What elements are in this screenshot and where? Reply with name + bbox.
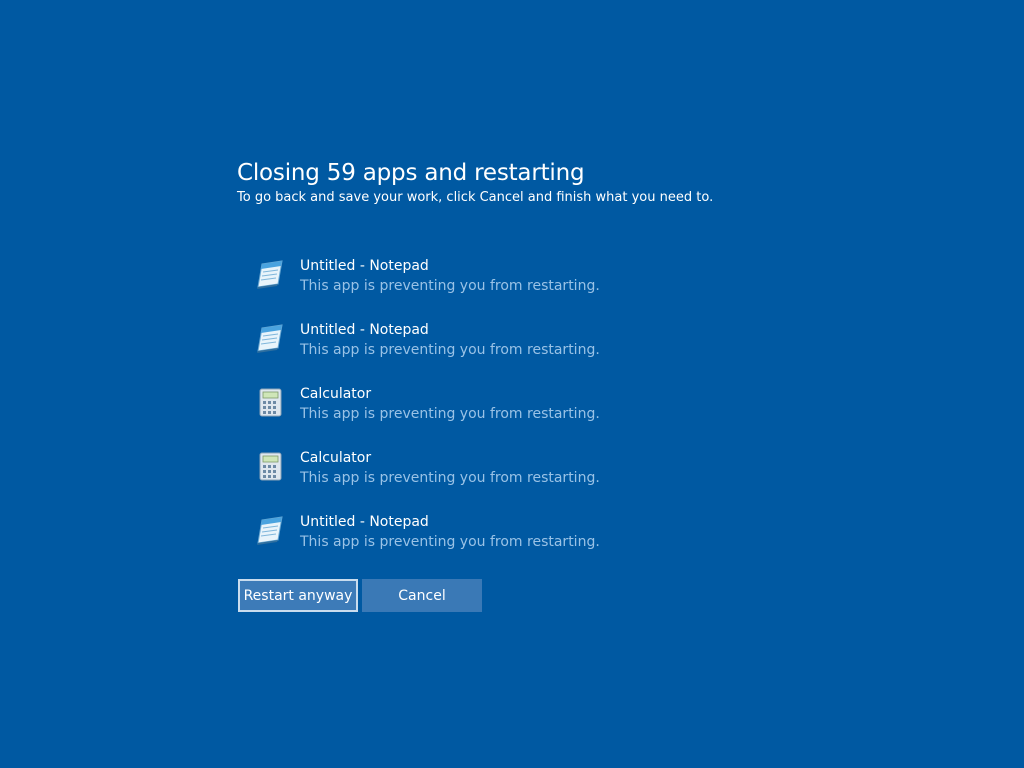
restart-anyway-button[interactable]: Restart anyway	[238, 579, 358, 612]
notepad-icon	[254, 514, 286, 546]
calculator-icon	[254, 386, 286, 418]
list-item: Calculator This app is preventing you fr…	[252, 446, 752, 510]
notepad-icon	[254, 258, 286, 290]
app-status: This app is preventing you from restarti…	[300, 342, 600, 358]
app-status: This app is preventing you from restarti…	[300, 534, 600, 550]
list-item: Untitled - Notepad This app is preventin…	[252, 510, 752, 574]
restart-screen: Closing 59 apps and restarting To go bac…	[0, 0, 1024, 768]
app-status: This app is preventing you from restarti…	[300, 406, 600, 422]
notepad-icon	[254, 322, 286, 354]
app-name: Calculator	[300, 386, 372, 402]
list-item: Untitled - Notepad This app is preventin…	[252, 318, 752, 382]
cancel-button[interactable]: Cancel	[362, 579, 482, 612]
app-name: Untitled - Notepad	[300, 258, 429, 274]
app-status: This app is preventing you from restarti…	[300, 278, 600, 294]
app-name: Untitled - Notepad	[300, 322, 429, 338]
app-name: Untitled - Notepad	[300, 514, 429, 530]
app-name: Calculator	[300, 450, 372, 466]
page-subtitle: To go back and save your work, click Can…	[237, 190, 714, 205]
app-status: This app is preventing you from restarti…	[300, 470, 600, 486]
blocking-apps-list: Untitled - Notepad This app is preventin…	[252, 254, 752, 574]
list-item: Untitled - Notepad This app is preventin…	[252, 254, 752, 318]
page-title: Closing 59 apps and restarting	[237, 160, 585, 186]
list-item: Calculator This app is preventing you fr…	[252, 382, 752, 446]
calculator-icon	[254, 450, 286, 482]
